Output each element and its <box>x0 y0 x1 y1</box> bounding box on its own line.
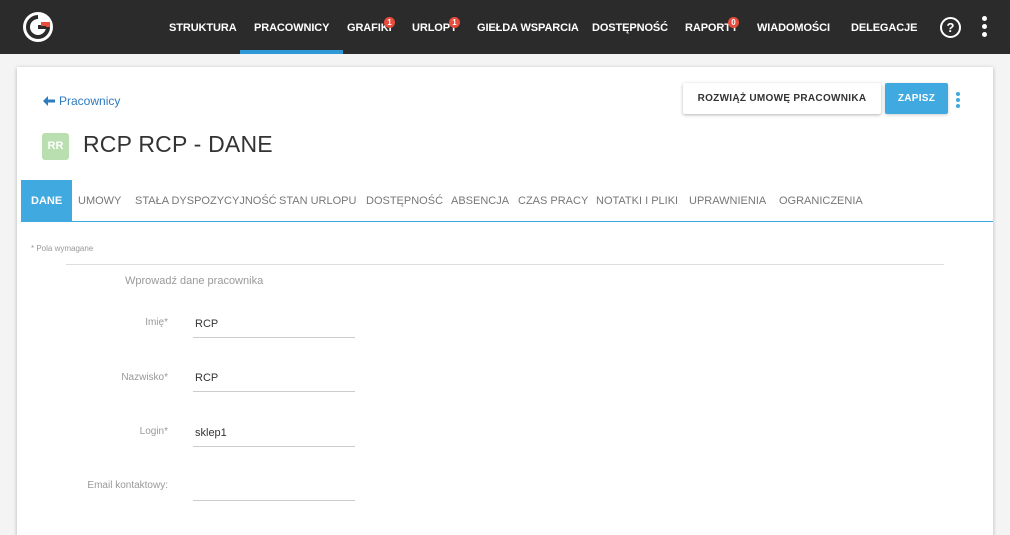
more-menu-icon[interactable] <box>982 16 988 40</box>
nav-item-label: DOSTĘPNOŚĆ <box>592 22 669 34</box>
tab-czas-pracy[interactable]: CZAS PRACY <box>518 180 588 222</box>
nav-item-label: GIEŁDA WSPARCIA <box>477 22 579 34</box>
back-link[interactable]: Pracownicy <box>43 94 120 108</box>
nav-item-dostepnosc[interactable]: DOSTĘPNOŚĆ <box>592 0 668 54</box>
nav-item-label: DELEGACJE <box>851 22 918 34</box>
required-fields-note: * Pola wymagane <box>31 244 94 253</box>
card-more-menu-icon[interactable] <box>956 92 962 108</box>
app-logo-icon[interactable] <box>22 11 54 43</box>
tab-stala-dyspozycyjnosc[interactable]: STAŁA DYSPOZYCYJNOŚĆ <box>135 180 277 222</box>
tab-umowy[interactable]: UMOWY <box>78 180 121 222</box>
raporty-badge: 0 <box>728 17 739 28</box>
tab-ograniczenia[interactable]: OGRANICZENIA <box>779 180 863 222</box>
grafiki-badge: 1 <box>384 17 395 28</box>
nav-item-label: STRUKTURA <box>169 22 237 34</box>
tab-bar: DANE UMOWY STAŁA DYSPOZYCYJNOŚĆ STAN URL… <box>21 180 993 222</box>
divider <box>66 264 944 265</box>
section-title: Wprowadź dane pracownika <box>125 275 264 287</box>
nav-item-pracownicy[interactable]: PRACOWNICY <box>239 0 344 54</box>
nav-item-gielda-wsparcia[interactable]: GIEŁDA WSPARCIA <box>477 0 579 54</box>
urlopy-badge: 1 <box>449 17 460 28</box>
nav-item-label: PRACOWNICY <box>254 22 330 34</box>
page-title: RCP RCP - DANE <box>83 131 273 157</box>
last-name-label: Nazwisko* <box>121 372 168 383</box>
save-button[interactable]: ZAPISZ <box>885 83 948 114</box>
nav-item-wiadomosci[interactable]: WIADOMOŚCI <box>757 0 830 54</box>
tab-dostepnosc[interactable]: DOSTĘPNOŚĆ <box>366 180 443 222</box>
nav-item-struktura[interactable]: STRUKTURA <box>169 0 237 54</box>
avatar: RR <box>42 133 69 160</box>
tab-notatki-i-pliki[interactable]: NOTATKI I PLIKI <box>596 180 678 222</box>
help-icon[interactable]: ? <box>940 17 961 38</box>
last-name-input[interactable] <box>193 364 355 392</box>
tab-uprawnienia[interactable]: UPRAWNIENIA <box>689 180 766 222</box>
login-input[interactable] <box>193 419 355 447</box>
login-label: Login* <box>139 426 168 437</box>
first-name-label: Imię* <box>145 317 168 328</box>
tab-dane[interactable]: DANE <box>21 180 73 222</box>
contact-email-input[interactable] <box>193 473 355 501</box>
tab-stan-urlopu[interactable]: STAN URLOPU <box>279 180 356 222</box>
arrow-left-icon <box>43 96 55 106</box>
employee-card: Pracownicy ROZWIĄŻ UMOWĘ PRACOWNIKA ZAPI… <box>17 67 993 535</box>
contact-email-label: Email kontaktowy: <box>87 480 168 491</box>
terminate-contract-button[interactable]: ROZWIĄŻ UMOWĘ PRACOWNIKA <box>683 83 881 114</box>
nav-item-label: WIADOMOŚCI <box>757 22 830 34</box>
nav-item-delegacje[interactable]: DELEGACJE <box>851 0 917 54</box>
back-link-label: Pracownicy <box>59 94 121 108</box>
first-name-input[interactable] <box>193 310 355 338</box>
tab-absencja[interactable]: ABSENCJA <box>451 180 509 222</box>
top-navbar: STRUKTURA PRACOWNICY GRAFIKI 1 URLOPY 1 … <box>0 0 1010 54</box>
nav-item-grafiki[interactable]: GRAFIKI <box>347 0 392 54</box>
